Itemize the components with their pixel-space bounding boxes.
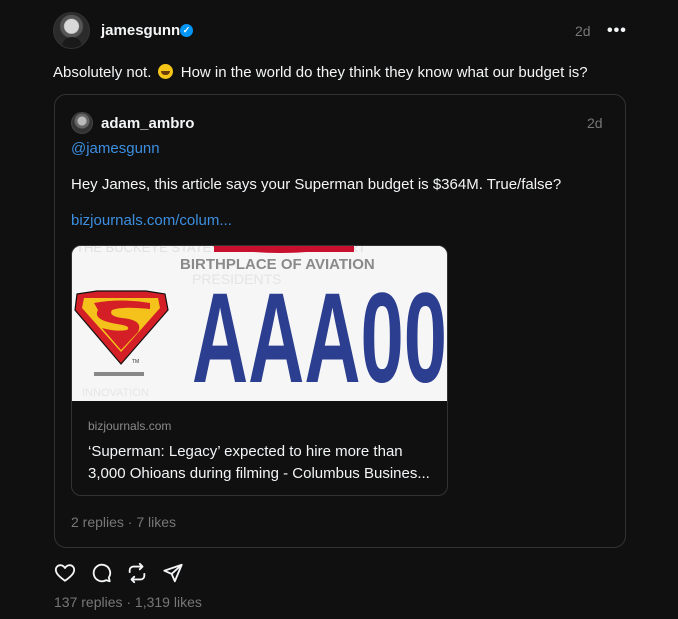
quoted-url-link[interactable]: bizjournals.com/colum... (71, 212, 232, 229)
heart-icon[interactable] (54, 562, 76, 584)
svg-text:THE BUCKEYE STATE: THE BUCKEYE STATE (76, 246, 212, 255)
share-icon[interactable] (162, 562, 184, 584)
more-options-icon[interactable]: ••• (607, 22, 627, 40)
svg-text:INNOVATION: INNOVATION (82, 387, 149, 399)
quoted-text: Hey James, this article says your Superm… (71, 176, 562, 193)
quoted-mention-link[interactable]: @jamesgunn (71, 140, 160, 157)
quoted-post[interactable]: adam_ambro 2d @jamesgunn Hey James, this… (54, 94, 626, 548)
link-preview-image: THE BUCKEYE STATE HEART PRESIDENTS INNOV… (72, 246, 447, 401)
verified-badge-icon: ✓ (180, 24, 193, 37)
quoted-time[interactable]: 2d (587, 115, 603, 131)
quoted-avatar[interactable] (71, 112, 93, 134)
ohio-plate-illustration: THE BUCKEYE STATE HEART PRESIDENTS INNOV… (72, 246, 447, 401)
link-preview-card[interactable]: THE BUCKEYE STATE HEART PRESIDENTS INNOV… (71, 245, 448, 496)
link-preview-title: ‘Superman: Legacy’ expected to hire more… (88, 443, 430, 482)
post-text: Absolutely not. How in the world do they… (53, 64, 588, 81)
post-username[interactable]: jamesgunn (101, 22, 180, 39)
repost-icon[interactable] (126, 562, 148, 584)
comment-icon[interactable] (90, 562, 112, 584)
post-stats[interactable]: 137 replies · 1,319 likes (54, 594, 202, 610)
thread-post: jamesgunn ✓ 2d ••• Absolutely not. How i… (0, 0, 678, 619)
quoted-stats[interactable]: 2 replies · 7 likes (71, 514, 176, 530)
laughing-emoji-icon (157, 64, 173, 79)
post-text-before: Absolutely not. (53, 64, 152, 81)
post-time[interactable]: 2d (575, 23, 591, 39)
avatar[interactable] (53, 12, 90, 49)
link-preview-domain: bizjournals.com (88, 419, 172, 433)
post-text-after: How in the world do they think they know… (180, 64, 588, 81)
svg-text:TM: TM (132, 359, 139, 365)
image-plate-text: AAA00 (192, 267, 447, 401)
quoted-username[interactable]: adam_ambro (101, 115, 194, 132)
